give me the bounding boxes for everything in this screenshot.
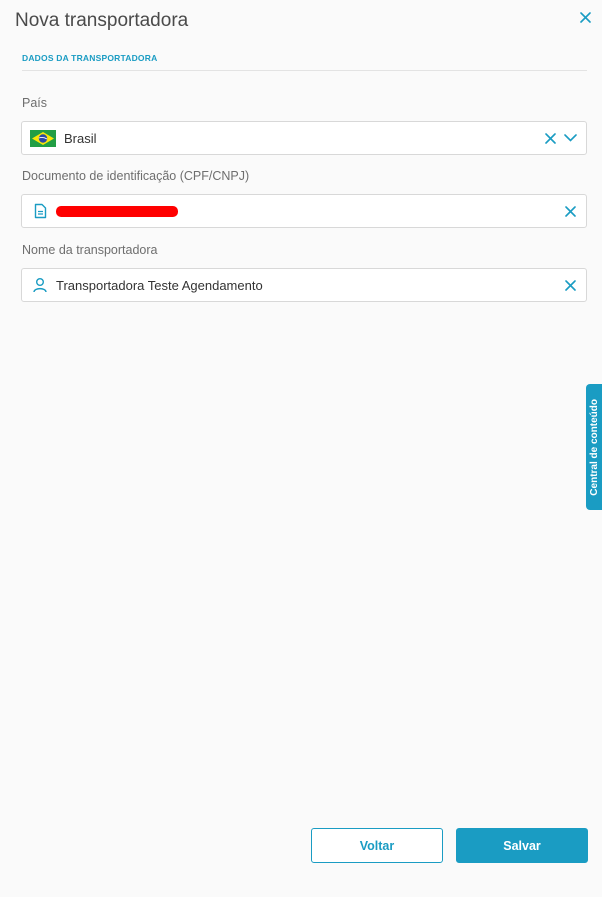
chevron-down-icon[interactable] — [563, 131, 577, 145]
country-label: País — [22, 96, 48, 110]
page-title: Nova transportadora — [15, 10, 189, 31]
brazil-flag-icon — [30, 129, 56, 147]
name-input[interactable]: Transportadora Teste Agendamento — [21, 268, 587, 302]
document-input[interactable] — [21, 194, 587, 228]
country-select[interactable]: Brasil — [21, 121, 587, 155]
clear-icon[interactable] — [543, 131, 557, 145]
content-center-label: Central de conteúdo — [588, 398, 600, 496]
back-button[interactable]: Voltar — [311, 828, 443, 863]
user-icon — [31, 276, 49, 294]
section-title: DADOS DA TRANSPORTADORA — [22, 53, 587, 71]
name-label: Nome da transportadora — [22, 243, 158, 257]
redacted-document-value — [56, 205, 178, 217]
save-button[interactable]: Salvar — [456, 828, 588, 863]
content-center-tab[interactable]: Central de conteúdo — [586, 384, 602, 510]
clear-icon[interactable] — [563, 278, 577, 292]
country-value: Brasil — [64, 130, 97, 146]
document-label: Documento de identificação (CPF/CNPJ) — [22, 169, 250, 183]
clear-icon[interactable] — [563, 204, 577, 218]
document-icon — [31, 202, 49, 220]
close-icon[interactable] — [576, 8, 594, 26]
name-value: Transportadora Teste Agendamento — [56, 277, 263, 293]
